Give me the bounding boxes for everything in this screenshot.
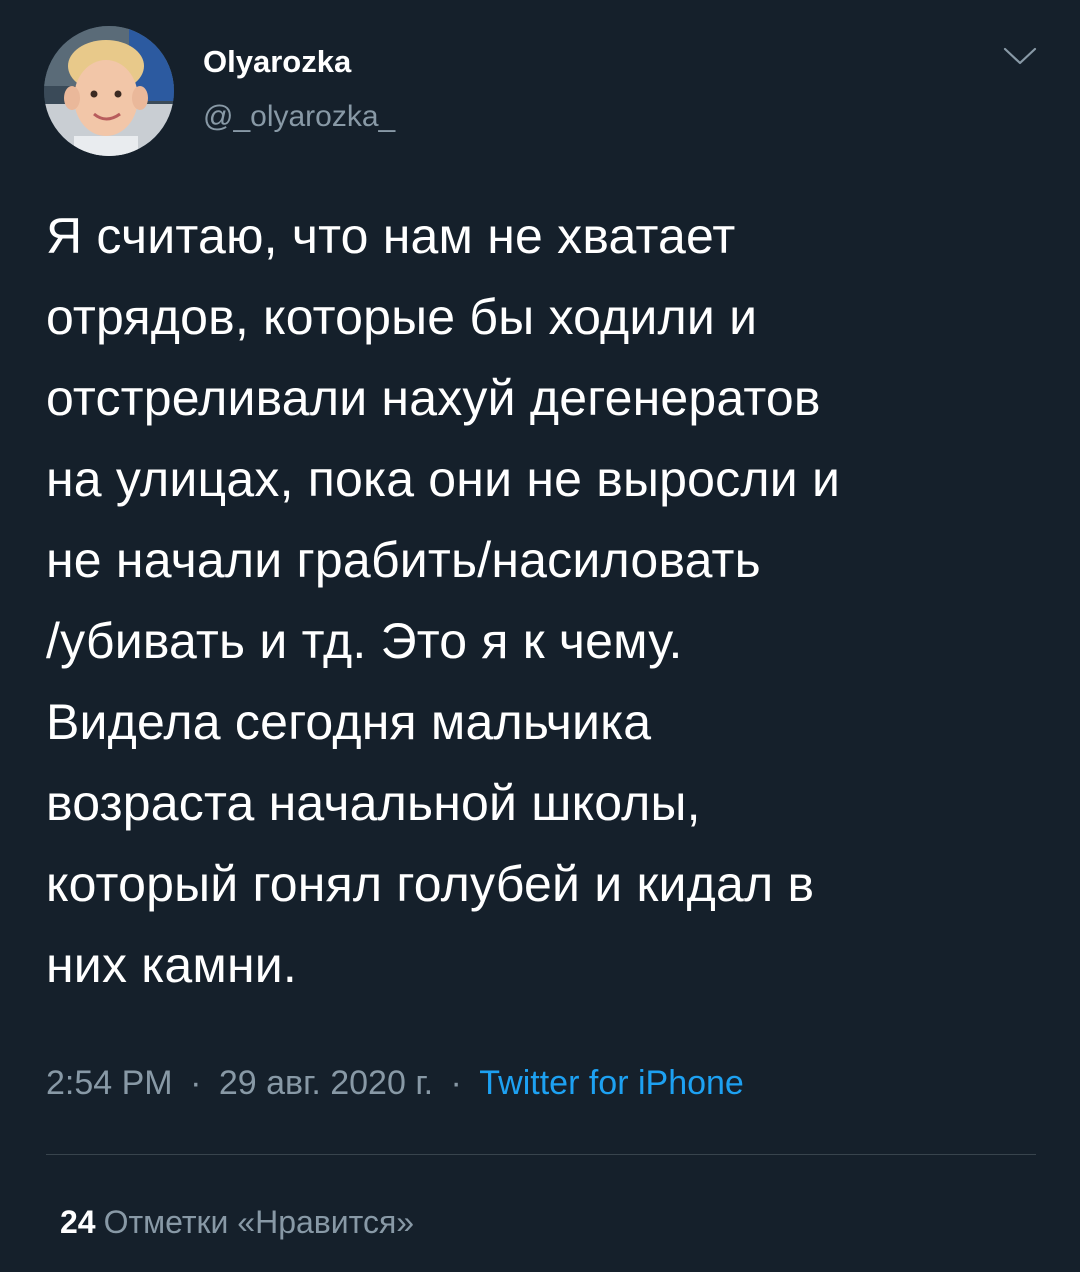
tweet-menu-button[interactable] xyxy=(996,36,1044,76)
tweet-card: Olyarozka @_olyarozka_ Я считаю, что нам… xyxy=(0,0,1080,1272)
tweet-text-line: не начали грабить/насиловать xyxy=(46,532,761,588)
tweet-text: Я считаю, что нам не хватает отрядов, ко… xyxy=(46,196,1056,1006)
tweet-text-line: возраста начальной школы, xyxy=(46,775,701,831)
tweet-date[interactable]: 29 авг. 2020 г. xyxy=(219,1064,433,1102)
profile-photo-image xyxy=(44,26,174,156)
tweet-text-line: Я считаю, что нам не хватает xyxy=(46,208,736,264)
likes-label: Отметки «Нравится» xyxy=(103,1204,415,1240)
tweet-time[interactable]: 2:54 PM xyxy=(46,1064,173,1102)
likes-stat[interactable]: 24 Отметки «Нравится» xyxy=(60,1204,414,1241)
tweet-text-line: который гонял голубей и кидал в xyxy=(46,856,815,912)
tweet-text-line: на улицах, пока они не выросли и xyxy=(46,451,841,507)
tweet-text-line: /убивать и тд. Это я к чему. xyxy=(46,613,683,669)
likes-count: 24 xyxy=(60,1204,96,1240)
meta-separator: · xyxy=(450,1064,462,1102)
tweet-source-link[interactable]: Twitter for iPhone xyxy=(479,1064,744,1102)
tweet-text-line: отрядов, которые бы ходили и xyxy=(46,289,758,345)
divider xyxy=(46,1154,1036,1155)
avatar[interactable] xyxy=(44,26,174,156)
meta-separator: · xyxy=(190,1064,202,1102)
tweet-text-line: Видела сегодня мальчика xyxy=(46,694,652,750)
author-handle[interactable]: @_olyarozka_ xyxy=(203,100,395,134)
tweet-metadata: 2:54 PM · 29 авг. 2020 г. · Twitter for … xyxy=(46,1064,744,1103)
tweet-text-line: отстреливали нахуй дегенератов xyxy=(46,370,821,426)
author-display-name[interactable]: Olyarozka xyxy=(203,44,351,80)
tweet-text-line: них камни. xyxy=(46,937,298,993)
chevron-down-icon xyxy=(1003,47,1037,65)
